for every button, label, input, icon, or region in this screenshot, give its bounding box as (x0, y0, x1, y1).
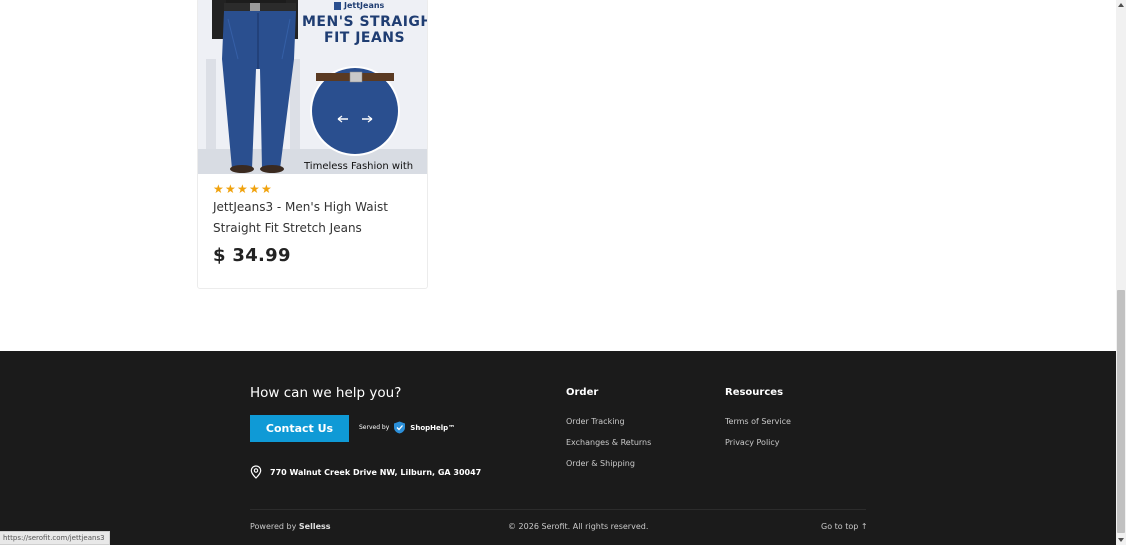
vertical-scrollbar[interactable] (1116, 0, 1126, 545)
scrollbar-thumb[interactable] (1117, 290, 1125, 533)
link-order-shipping[interactable]: Order & Shipping (566, 459, 635, 468)
address: 770 Walnut Creek Drive NW, Lilburn, GA 3… (250, 465, 481, 479)
contact-us-button[interactable]: Contact Us (250, 415, 349, 442)
brand-logo-text: JettJeans (344, 1, 385, 10)
image-caption: Timeless Fashion with (304, 161, 414, 172)
link-privacy-policy[interactable]: Privacy Policy (725, 438, 780, 447)
powered-by: Powered by Selless (250, 522, 331, 531)
product-price: $ 34.99 (213, 245, 291, 266)
status-bar-url: https://serofit.com/jettjeans3 (0, 531, 110, 545)
product-image[interactable]: JettJeans MEN'S STRAIGHT FIT JEANS Timel… (198, 0, 427, 174)
image-headline-1: MEN'S STRAIGHT (302, 14, 427, 30)
footer: How can we help you? Contact Us Served b… (0, 351, 1116, 545)
star-icon: ★ (237, 182, 248, 196)
footer-divider (250, 509, 866, 510)
powered-by-prefix: Powered by (250, 522, 297, 531)
star-icon: ★ (213, 182, 224, 196)
link-order-tracking[interactable]: Order Tracking (566, 417, 625, 426)
star-icon: ★ (225, 182, 236, 196)
page: JettJeans MEN'S STRAIGHT FIT JEANS Timel… (0, 0, 1116, 545)
resources-column-title: Resources (725, 387, 784, 398)
served-by-label: Served by (359, 424, 390, 431)
scroll-down-arrow-icon[interactable] (1116, 535, 1126, 545)
address-text: 770 Walnut Creek Drive NW, Lilburn, GA 3… (270, 467, 482, 477)
powered-by-brand-link[interactable]: Selless (299, 522, 331, 531)
star-icon: ★ (249, 182, 260, 196)
copyright: © 2026 Serofit. All rights reserved. (508, 522, 649, 531)
help-title: How can we help you? (250, 385, 402, 401)
image-headline-2: FIT JEANS (324, 30, 406, 46)
served-by-shophelp[interactable]: Served by ShopHelp™ (359, 421, 455, 434)
product-title[interactable]: JettJeans3 - Men's High Waist Straight F… (213, 197, 418, 239)
go-to-top-link[interactable]: Go to top ↑ (821, 522, 868, 531)
star-icon: ★ (261, 182, 272, 196)
link-terms-of-service[interactable]: Terms of Service (725, 417, 791, 426)
scroll-up-arrow-icon[interactable] (1116, 0, 1126, 10)
star-rating: ★ ★ ★ ★ ★ (213, 182, 272, 196)
order-column-title: Order (566, 387, 599, 398)
shophelp-label: ShopHelp™ (410, 423, 456, 432)
shophelp-shield-icon (394, 421, 406, 434)
product-card[interactable]: JettJeans MEN'S STRAIGHT FIT JEANS Timel… (197, 0, 428, 289)
link-exchanges-returns[interactable]: Exchanges & Returns (566, 438, 651, 447)
location-pin-icon (250, 465, 262, 479)
